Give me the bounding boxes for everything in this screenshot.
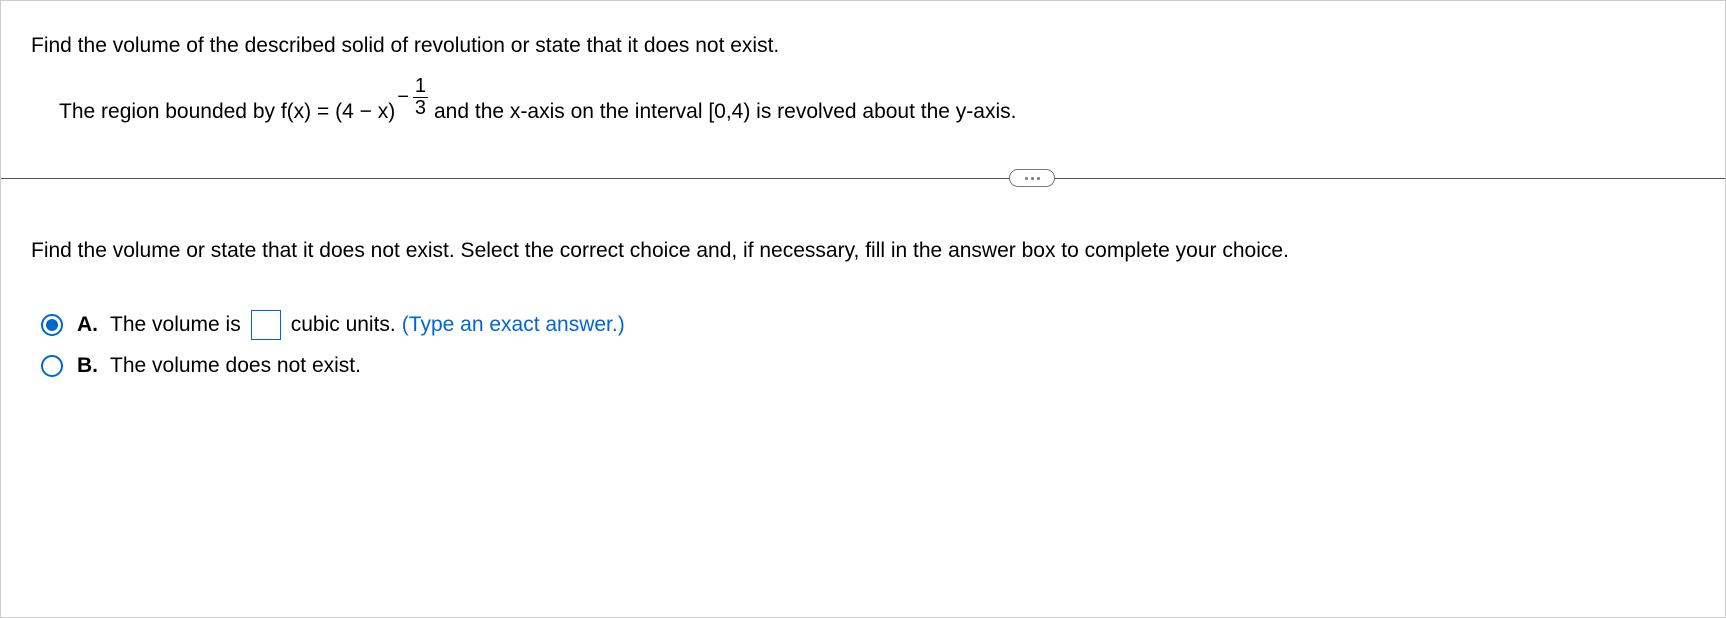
answer-choices: A. The volume is cubic units. (Type an e… <box>41 310 1695 378</box>
question-prompt: Find the volume of the described solid o… <box>31 31 1695 60</box>
radio-a[interactable] <box>41 314 63 336</box>
radio-b[interactable] <box>41 355 63 377</box>
choice-a-hint: (Type an exact answer.) <box>402 313 625 337</box>
function-post-text: and the x-axis on the interval [0,4) is … <box>434 100 1016 124</box>
exponent-numerator: 1 <box>413 76 428 97</box>
function-pre-text: The region bounded by f(x) = (4 − x) <box>59 100 395 124</box>
ellipsis-icon <box>1025 177 1040 180</box>
answer-input[interactable] <box>251 310 281 340</box>
more-options-button[interactable] <box>1009 169 1055 187</box>
choice-a-label: A. <box>77 313 98 337</box>
exponent: − 1 3 <box>397 76 428 119</box>
choice-b: B. The volume does not exist. <box>41 354 1695 378</box>
instruction-text: Find the volume or state that it does no… <box>31 236 1695 265</box>
choice-a-pre: The volume is <box>110 313 241 337</box>
choice-b-text: The volume does not exist. <box>110 354 361 378</box>
choice-a-post: cubic units. <box>291 313 396 337</box>
choice-b-label: B. <box>77 354 98 378</box>
exponent-sign: − <box>397 86 409 109</box>
section-divider <box>1 168 1725 188</box>
function-description: The region bounded by f(x) = (4 − x) − 1… <box>59 90 1695 133</box>
exponent-denominator: 3 <box>413 97 428 119</box>
choice-a: A. The volume is cubic units. (Type an e… <box>41 310 1695 340</box>
